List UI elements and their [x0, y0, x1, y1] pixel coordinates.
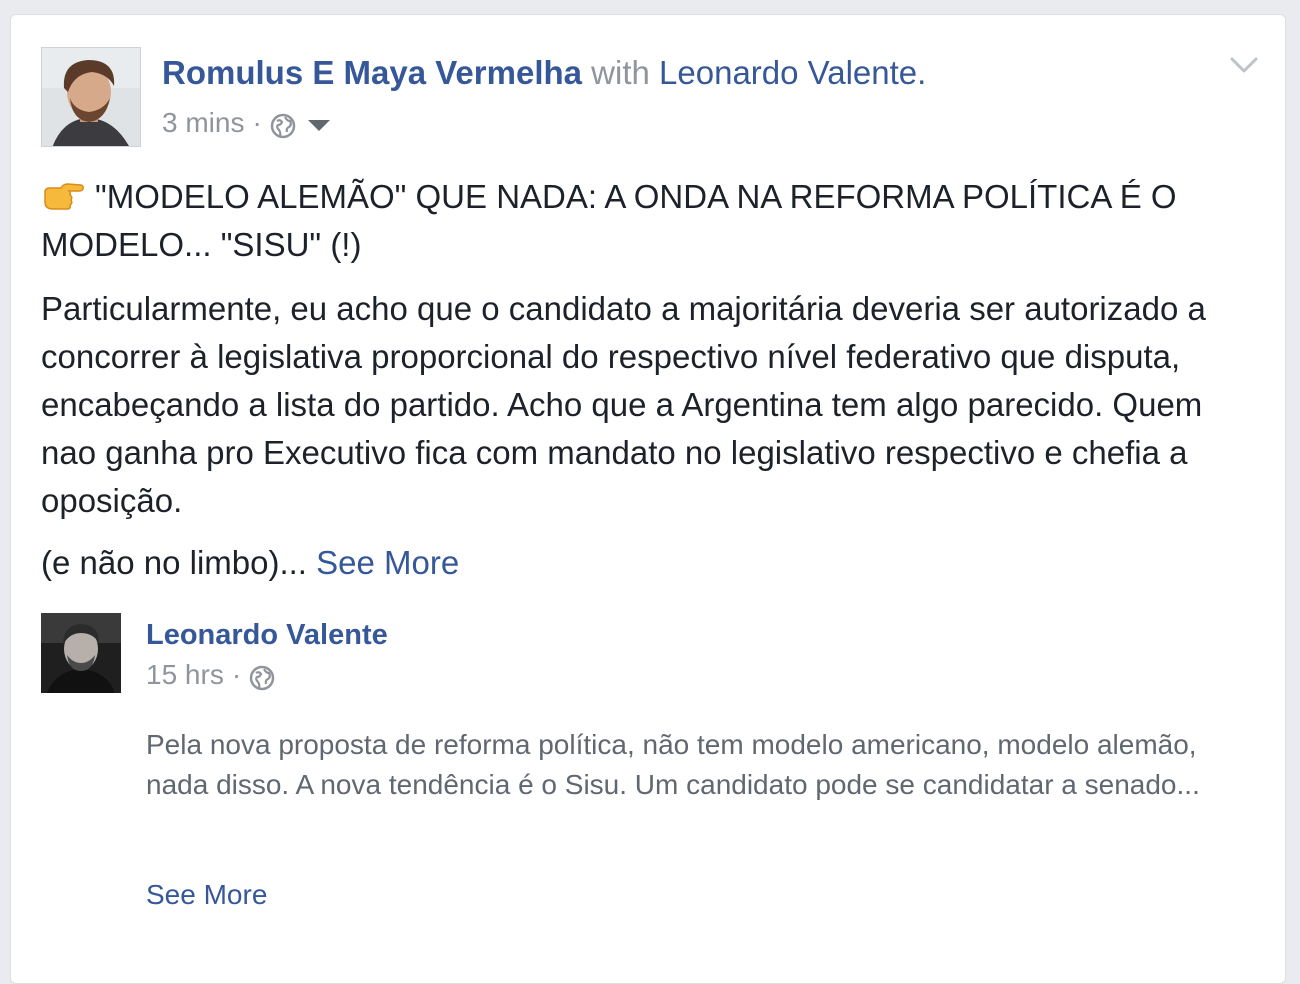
meta-separator: ·: [252, 107, 262, 138]
author-name-link[interactable]: Romulus E Maya Vermelha: [162, 54, 582, 91]
post-card: Romulus E Maya Vermelha with Leonardo Va…: [10, 14, 1286, 984]
globe-icon: [249, 662, 275, 691]
caret-down-icon[interactable]: [307, 119, 330, 131]
post-tail-text: (e não no limbo)...: [41, 544, 307, 581]
shared-author-avatar[interactable]: [41, 613, 121, 693]
tagged-person-link[interactable]: Leonardo Valente.: [659, 54, 926, 91]
shared-see-more-link[interactable]: See More: [146, 875, 267, 915]
shared-timestamp-link[interactable]: 15 hrs: [146, 655, 224, 695]
post-see-more-link[interactable]: See More: [316, 544, 459, 581]
chevron-down-icon[interactable]: [1229, 55, 1259, 75]
post-headline: "MODELO ALEMÃO" QUE NADA: A ONDA NA REFO…: [41, 173, 1261, 269]
post-body-text: Particularmente, eu acho que o candidato…: [41, 290, 1206, 519]
post-headline-text: "MODELO ALEMÃO" QUE NADA: A ONDA NA REFO…: [41, 178, 1177, 263]
shared-author-name-link[interactable]: Leonardo Valente: [146, 615, 388, 655]
shared-meta: 15 hrs ·: [146, 655, 275, 695]
shared-meta-separator: ·: [231, 659, 242, 690]
post-tail: (e não no limbo)... See More: [41, 539, 459, 587]
globe-icon: [270, 110, 296, 139]
post-meta: 3 mins ·: [162, 103, 330, 143]
post-header: Romulus E Maya Vermelha with Leonardo Va…: [162, 51, 926, 95]
shared-post-text: Pela nova proposta de reforma política, …: [146, 729, 1200, 800]
with-label: with: [591, 54, 650, 91]
post-timestamp-link[interactable]: 3 mins: [162, 103, 244, 143]
author-avatar[interactable]: [41, 47, 141, 147]
pointing-right-hand-emoji: [41, 177, 85, 210]
